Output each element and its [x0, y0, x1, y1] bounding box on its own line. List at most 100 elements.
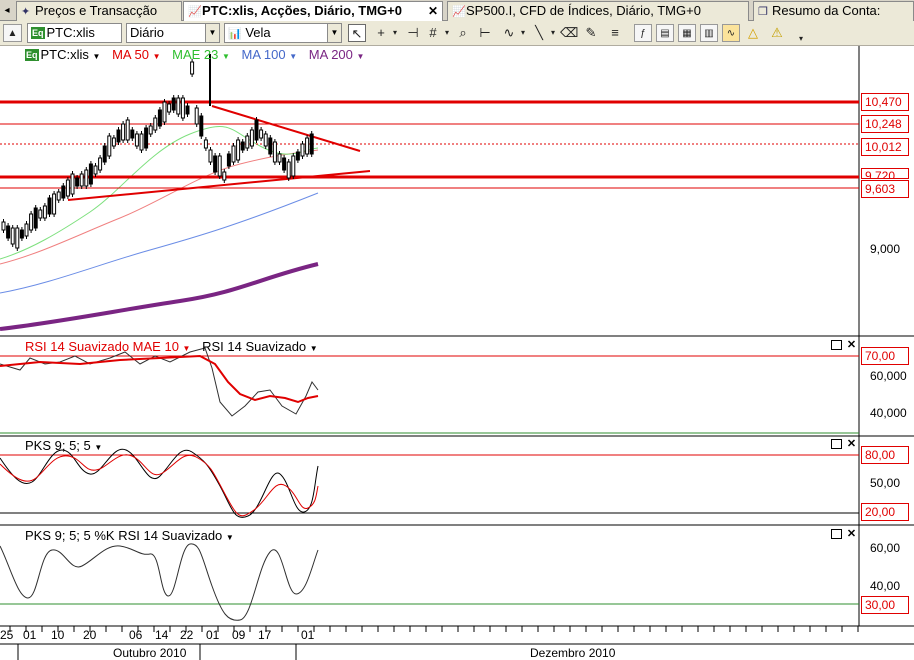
- pointer-tool-icon[interactable]: ↖: [348, 24, 366, 42]
- chevron-down-icon[interactable]: ▼: [357, 52, 365, 61]
- x-tick: 06: [129, 628, 143, 642]
- print-chart-icon[interactable]: ▥: [700, 24, 718, 42]
- close-panel-icon[interactable]: ✕: [846, 529, 857, 540]
- candle: [1, 221, 6, 231]
- chevron-down-icon[interactable]: ▼: [327, 24, 341, 42]
- candle: [157, 109, 162, 127]
- candle: [75, 177, 80, 187]
- rsi-level-tag: 70,00: [861, 347, 909, 365]
- candle: [295, 151, 300, 161]
- level-tag-10012: 10,012: [861, 138, 909, 156]
- level-tag-9603: 9,603: [861, 180, 909, 198]
- x-tick: 01: [23, 628, 37, 642]
- close-panel-icon[interactable]: ✕: [846, 340, 857, 351]
- legend-ma50[interactable]: MA 50 ▼: [112, 47, 160, 62]
- chevron-down-icon[interactable]: ▼: [222, 52, 230, 61]
- pks-k-line: [0, 448, 319, 518]
- candle: [208, 149, 213, 163]
- maximize-panel-icon[interactable]: [831, 340, 842, 350]
- x-tick: 09: [232, 628, 246, 642]
- candle: [6, 225, 11, 239]
- close-panel-icon[interactable]: ✕: [846, 439, 857, 450]
- chart-icon: 📈: [188, 6, 202, 18]
- legend-rsi-mae[interactable]: RSI 14 Suavizado MAE 10 ▼: [25, 339, 190, 354]
- candle: [217, 155, 222, 177]
- candle: [93, 165, 98, 175]
- pksrsi-axis-label: 40,00: [870, 579, 901, 593]
- candle: [88, 163, 93, 185]
- alert-bell-icon[interactable]: △: [744, 24, 762, 42]
- candle: [148, 125, 153, 135]
- chevron-down-icon[interactable]: ▼: [310, 344, 318, 353]
- candle: [24, 223, 29, 237]
- measure-tool-icon[interactable]: ⊢: [476, 24, 494, 42]
- maximize-panel-icon[interactable]: [831, 529, 842, 539]
- candle: [162, 101, 167, 123]
- tab-resumo-conta[interactable]: ❐ Resumo da Conta:: [753, 1, 914, 21]
- chart-style-select[interactable]: 📊 Vela ▼: [224, 23, 342, 43]
- pks-level-top-tag: 80,00: [861, 446, 909, 464]
- close-tab-icon[interactable]: ✕: [428, 2, 438, 20]
- horizontal-line-tool-icon[interactable]: ⊣: [404, 24, 422, 42]
- candle: [47, 197, 52, 215]
- wave-indicator-icon[interactable]: ∿: [722, 24, 740, 42]
- paint-tool-icon[interactable]: ✎: [582, 24, 600, 42]
- tab-sp500-chart[interactable]: 📈SP500.I, CFD de Índices, Diário, TMG+0: [447, 1, 749, 21]
- chevron-down-icon[interactable]: ▼: [205, 24, 219, 42]
- scroll-tabs-left-icon[interactable]: ◂: [0, 3, 14, 19]
- tab-precos[interactable]: ✦ Preços e Transacção: [16, 1, 182, 21]
- pks-legend[interactable]: PKS 9; 5; 5 ▼: [25, 438, 102, 453]
- candle: [286, 161, 291, 179]
- candle: [56, 191, 61, 201]
- chevron-down-icon[interactable]: ▾: [386, 24, 404, 42]
- chevron-down-icon[interactable]: ▼: [289, 52, 297, 61]
- account-icon: ❐: [758, 6, 768, 18]
- candle: [180, 97, 185, 119]
- legend-mae23[interactable]: MAE 23 ▼: [172, 47, 230, 62]
- period-select[interactable]: Diário ▼: [126, 23, 220, 43]
- maximize-panel-icon[interactable]: [831, 439, 842, 449]
- candle: [194, 107, 199, 125]
- pks-d-line: [0, 454, 319, 517]
- candle: [84, 169, 89, 187]
- candle: [116, 129, 121, 143]
- tab-label: PTC:xlis, Acções, Diário, TMG+0: [202, 3, 402, 18]
- legend-ma200[interactable]: MA 200 ▼: [309, 47, 365, 62]
- fibonacci-tool-icon[interactable]: ≡: [606, 24, 624, 42]
- rsi-legend: RSI 14 Suavizado MAE 10 ▼ RSI 14 Suaviza…: [25, 339, 318, 354]
- chevron-down-icon[interactable]: ▼: [94, 443, 102, 452]
- x-month-label: Dezembro 2010: [530, 646, 616, 660]
- tab-label: SP500.I, CFD de Índices, Diário, TMG+0: [466, 3, 701, 18]
- candle: [125, 119, 130, 141]
- x-month-label: Outubro 2010: [113, 646, 187, 660]
- zoom-tool-icon[interactable]: ⌕: [454, 24, 472, 42]
- candle: [33, 207, 38, 229]
- chevron-down-icon[interactable]: ▼: [93, 52, 101, 61]
- tab-ptc-chart[interactable]: 📈PTC:xlis, Acções, Diário, TMG+0 ✕: [183, 1, 443, 21]
- collapse-arrow-icon[interactable]: ▲: [3, 24, 22, 42]
- candle: [167, 103, 172, 113]
- ma200-line: [0, 262, 319, 331]
- warning-icon[interactable]: ⚠: [768, 24, 786, 42]
- instrument-selector[interactable]: Eq PTC:xlis: [27, 23, 122, 43]
- template-icon[interactable]: ▤: [656, 24, 674, 42]
- save-chart-icon[interactable]: ▦: [678, 24, 696, 42]
- legend-ma100[interactable]: MA 100 ▼: [242, 47, 298, 62]
- pksrsi-level-tag: 30,00: [861, 596, 909, 614]
- level-tag-10248: 10,248: [861, 115, 909, 133]
- chevron-down-icon[interactable]: ▼: [153, 52, 161, 61]
- pksrsi-legend[interactable]: PKS 9; 5; 5 %K RSI 14 Suavizado ▼: [25, 528, 234, 543]
- chevron-down-icon[interactable]: ▼: [226, 533, 234, 542]
- candle: [259, 129, 264, 139]
- chevron-down-icon[interactable]: ▼: [183, 344, 191, 353]
- candle: [70, 173, 75, 195]
- candle: [309, 133, 314, 155]
- indicator-icon[interactable]: ƒ: [634, 24, 652, 42]
- legend-symbol[interactable]: Eq PTC:xlis ▼: [25, 47, 100, 62]
- chart-area[interactable]: Eq PTC:xlis ▼ MA 50 ▼ MAE 23 ▼ MA 100 ▼ M…: [0, 46, 914, 660]
- eraser-tool-icon[interactable]: ⌫: [560, 24, 578, 42]
- candle: [38, 209, 43, 219]
- candle: [10, 227, 15, 245]
- rsi-axis-label: 60,000: [870, 369, 907, 383]
- legend-rsi[interactable]: RSI 14 Suavizado ▼: [202, 339, 318, 354]
